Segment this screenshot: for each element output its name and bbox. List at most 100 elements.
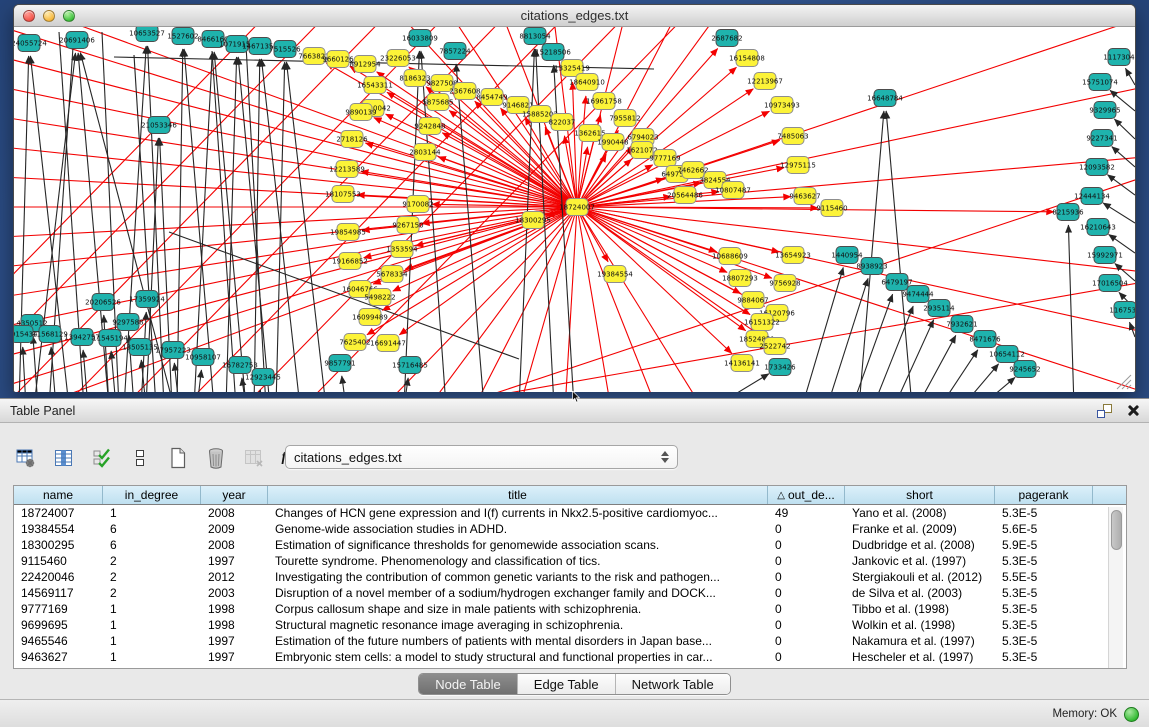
graph-node[interactable]: 9267150 — [392, 217, 423, 234]
close-window-button[interactable] — [23, 10, 35, 22]
graph-node[interactable]: 7857224 — [439, 43, 471, 60]
graph-node[interactable]: 1733426 — [764, 359, 796, 376]
table-row[interactable]: 946362711997Embryonic stem cells: a mode… — [14, 649, 1126, 665]
column-header-title[interactable]: title — [268, 486, 768, 504]
tab-node-table[interactable]: Node Table — [419, 674, 518, 694]
graph-node[interactable]: 16099489 — [352, 309, 388, 326]
graph-node[interactable]: 10653527 — [129, 27, 165, 42]
graph-node[interactable]: 12213967 — [747, 73, 783, 90]
table-row[interactable]: 1938455462009Genome-wide association stu… — [14, 521, 1126, 537]
graph-node[interactable]: 12975115 — [780, 157, 816, 174]
graph-node[interactable]: 19166852 — [332, 253, 368, 270]
graph-node[interactable]: 17016504 — [1092, 275, 1128, 292]
graph-node[interactable]: 15751074 — [1082, 74, 1118, 91]
column-header-short[interactable]: short — [845, 486, 995, 504]
window-titlebar[interactable]: citations_edges.txt — [14, 5, 1135, 27]
graph-node[interactable]: 19384554 — [597, 266, 633, 283]
graph-node[interactable]: 9890139 — [345, 104, 376, 121]
graph-node[interactable]: 9474444 — [902, 286, 934, 303]
table-selector-dropdown[interactable]: citations_edges.txt — [285, 445, 678, 469]
graph-node[interactable]: 10688609 — [712, 248, 748, 265]
graph-node[interactable]: 16648784 — [867, 90, 903, 107]
graph-node[interactable]: 2718126 — [336, 131, 368, 148]
graph-node[interactable]: 15992971 — [1087, 247, 1123, 264]
graph-node[interactable]: 7515526 — [269, 41, 301, 58]
column-header-out_degree[interactable]: △out_de... — [768, 486, 845, 504]
graph-node[interactable]: 8912954 — [349, 56, 381, 73]
resize-grip[interactable] — [1117, 375, 1131, 389]
graph-node[interactable]: 2935114 — [923, 300, 955, 317]
toggle-column-icon[interactable] — [51, 444, 77, 472]
minimize-window-button[interactable] — [43, 10, 55, 22]
graph-node[interactable]: 16154808 — [729, 50, 765, 67]
table-row[interactable]: 1830029562008Estimation of significance … — [14, 537, 1126, 553]
zoom-window-button[interactable] — [63, 10, 75, 22]
graph-node[interactable]: 2687682 — [711, 30, 742, 47]
table-row[interactable]: 946554611997Estimation of the future num… — [14, 633, 1126, 649]
table-row[interactable]: 969969511998Structural magnetic resonanc… — [14, 617, 1126, 633]
graph-node[interactable]: 1117304 — [1103, 49, 1135, 66]
graph-node[interactable]: 12093582 — [1079, 159, 1115, 176]
graph-node[interactable]: 16691447 — [370, 335, 406, 352]
tab-network-table[interactable]: Network Table — [616, 674, 730, 694]
delete-table-icon[interactable] — [241, 444, 267, 472]
graph-node[interactable]: 18807293 — [722, 270, 758, 287]
network-canvas[interactable]: 1872400718300295198549851916685216046766… — [14, 27, 1135, 392]
scrollbar-thumb[interactable] — [1111, 510, 1122, 550]
graph-node[interactable]: 8186323 — [399, 70, 430, 87]
graph-node[interactable]: 822037 — [549, 114, 576, 131]
graph-node[interactable]: 8813054 — [519, 28, 551, 45]
graph-node[interactable]: 15716485 — [392, 357, 428, 374]
table-settings-icon[interactable] — [13, 444, 39, 472]
table-row[interactable]: 977716911998Corpus callosum shape and si… — [14, 601, 1126, 617]
graph-node[interactable]: 7955812 — [609, 110, 640, 127]
memory-status-indicator[interactable] — [1124, 707, 1139, 722]
graph-node[interactable]: 9227341 — [1086, 130, 1117, 147]
graph-node[interactable]: 24055724 — [14, 35, 47, 52]
graph-node[interactable]: 7625402 — [339, 334, 370, 351]
column-header-pagerank[interactable]: pagerank — [995, 486, 1093, 504]
graph-node[interactable]: 14136141 — [724, 355, 760, 372]
graph-node[interactable]: 8215936 — [1052, 204, 1084, 221]
graph-node[interactable]: 10654112 — [989, 346, 1025, 363]
graph-node[interactable]: 2522742 — [759, 338, 790, 355]
graph-node[interactable]: 8938923 — [856, 258, 887, 275]
column-header-year[interactable]: year — [201, 486, 268, 504]
graph-node[interactable]: 9297588 — [112, 314, 143, 331]
graph-node[interactable]: 5498222 — [364, 289, 395, 306]
graph-node[interactable]: 16033809 — [402, 30, 438, 47]
graph-node[interactable]: 8471676 — [969, 331, 1001, 348]
column-header-in_degree[interactable]: in_degree — [103, 486, 201, 504]
graph-node[interactable]: 9329965 — [1089, 102, 1120, 119]
graph-node[interactable]: 9115460 — [816, 200, 847, 217]
graph-node[interactable]: 7485063 — [777, 128, 808, 145]
graph-node[interactable]: 9245652 — [1009, 361, 1040, 378]
graph-node[interactable]: 17359924 — [129, 291, 165, 308]
graph-node[interactable]: 9884067 — [737, 292, 768, 309]
table-row[interactable]: 2242004622012Investigating the contribut… — [14, 569, 1126, 585]
graph-node[interactable]: 7932621 — [946, 316, 977, 333]
graph-node[interactable]: 1167534 — [1109, 302, 1135, 319]
delete-column-icon[interactable] — [203, 444, 229, 472]
graph-node[interactable]: 1353594 — [386, 241, 418, 258]
graph-node[interactable]: 20691406 — [59, 32, 95, 49]
graph-node[interactable]: 9777169 — [649, 150, 680, 167]
column-header-name[interactable]: name — [14, 486, 103, 504]
graph-node[interactable]: 9857791 — [324, 355, 355, 372]
graph-node[interactable]: 13654923 — [775, 247, 811, 264]
new-column-icon[interactable] — [165, 444, 191, 472]
select-all-columns-icon[interactable] — [89, 444, 115, 472]
graph-node[interactable]: 16961758 — [586, 93, 622, 110]
graph-node[interactable]: 18107553 — [325, 186, 361, 203]
graph-node[interactable]: 9756928 — [769, 275, 800, 292]
close-panel-icon[interactable] — [1126, 404, 1139, 417]
table-row[interactable]: 911546021997Tourette syndrome. Phenomeno… — [14, 553, 1126, 569]
graph-node[interactable]: 2803144 — [409, 144, 441, 161]
graph-node[interactable]: 5678334 — [376, 266, 408, 283]
graph-node[interactable]: 1990448 — [597, 134, 628, 151]
graph-node[interactable]: 9463627 — [789, 188, 820, 205]
graph-node[interactable]: 1527602 — [167, 28, 198, 45]
graph-node[interactable]: 9242848 — [414, 118, 445, 135]
table-row[interactable]: 1872400712008Changes of HCN gene express… — [14, 505, 1126, 521]
graph-node[interactable]: 5875685 — [422, 94, 453, 111]
